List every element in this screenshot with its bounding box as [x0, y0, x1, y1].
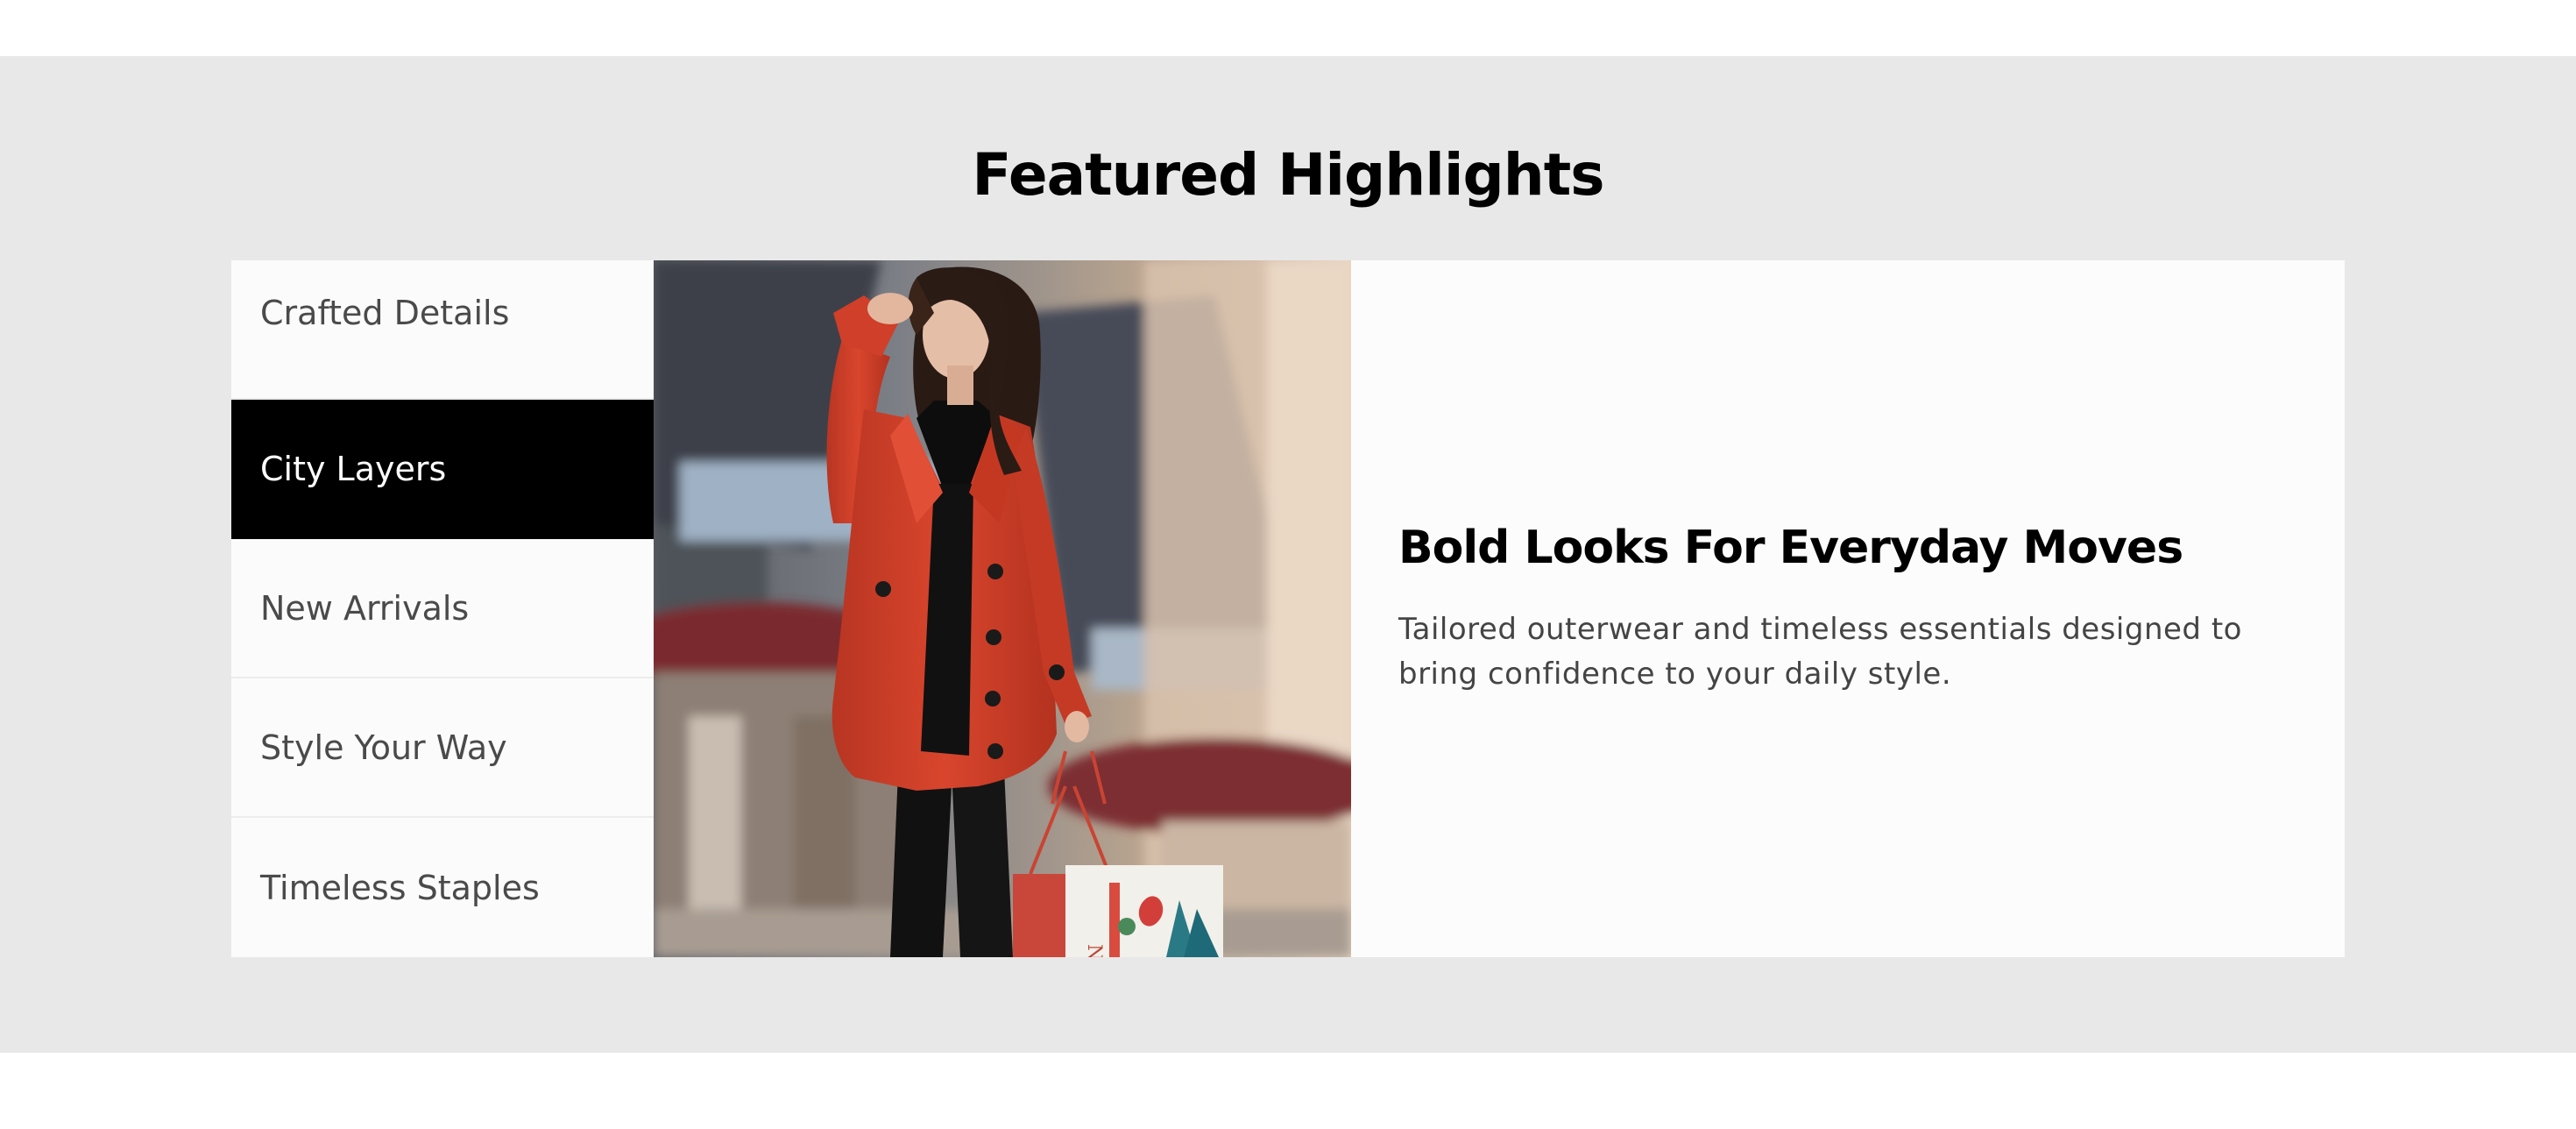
tab-timeless-staples[interactable]: Timeless Staples — [231, 818, 654, 957]
section-title: Featured Highlights — [972, 141, 1604, 209]
highlight-tabs: Crafted Details City Layers New Arrivals… — [231, 260, 654, 957]
feature-description: Tailored outerwear and timeless essentia… — [1398, 612, 2242, 692]
tab-label: Style Your Way — [260, 728, 507, 767]
tab-style-your-way[interactable]: Style Your Way — [231, 678, 654, 818]
tab-label: City Layers — [260, 449, 447, 488]
tab-new-arrivals[interactable]: New Arrivals — [231, 539, 654, 678]
tab-crafted-details[interactable]: Crafted Details — [231, 260, 654, 400]
tab-label: Timeless Staples — [260, 868, 540, 907]
tab-city-layers[interactable]: City Layers — [231, 400, 654, 539]
woman-red-coat-photo: NORD — [654, 260, 1351, 957]
feature-panel: Bold Looks For Everyday Moves Tailored o… — [1351, 260, 2345, 957]
tab-label: New Arrivals — [260, 588, 470, 628]
tab-label: Crafted Details — [260, 294, 510, 332]
feature-image: NORD — [654, 260, 1351, 957]
feature-heading: Bold Looks For Everyday Moves — [1398, 522, 2183, 574]
svg-text:NORD: NORD — [1083, 944, 1105, 957]
page: Featured Highlights Crafted Details City… — [0, 0, 2576, 1129]
